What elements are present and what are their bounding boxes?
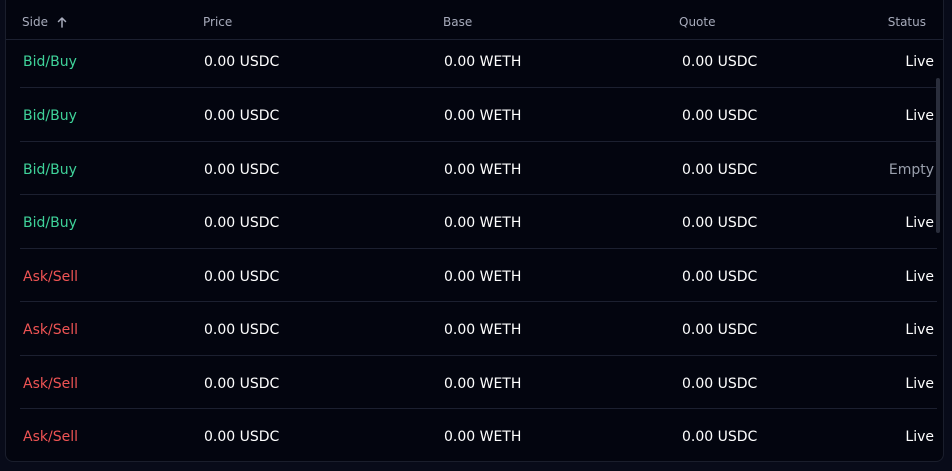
cell-quote: 0.00 USDC	[682, 322, 758, 338]
cell-price: 0.00 USDC	[204, 54, 280, 70]
cell-side: Ask/Sell	[23, 429, 78, 445]
cell-price: 0.00 USDC	[204, 162, 280, 178]
cell-status: Live	[905, 215, 934, 231]
scrollbar[interactable]	[936, 78, 940, 233]
cell-base: 0.00 WETH	[444, 162, 522, 178]
cell-status: Live	[905, 54, 934, 70]
cell-base: 0.00 WETH	[444, 54, 522, 70]
cell-price: 0.00 USDC	[204, 429, 280, 445]
cell-base: 0.00 WETH	[444, 108, 522, 124]
table-row[interactable]: Ask/Sell 0.00 USDC 0.00 WETH 0.00 USDC Live	[20, 356, 937, 409]
cell-price: 0.00 USDC	[204, 108, 280, 124]
cell-side: Bid/Buy	[23, 108, 77, 124]
cell-quote: 0.00 USDC	[682, 108, 758, 124]
column-header-side-label: Side	[22, 15, 48, 29]
table-row[interactable]: Bid/Buy 0.00 USDC 0.00 WETH 0.00 USDC Empty	[20, 142, 937, 195]
table-row[interactable]: Bid/Buy 0.00 USDC 0.00 WETH 0.00 USDC Live	[20, 40, 937, 88]
cell-base: 0.00 WETH	[444, 215, 522, 231]
cell-side: Bid/Buy	[23, 54, 77, 70]
cell-quote: 0.00 USDC	[682, 162, 758, 178]
column-header-side[interactable]: Side	[22, 14, 67, 32]
cell-price: 0.00 USDC	[204, 269, 280, 285]
orders-table: Side Price Base Quote Status Bid/Buy 0.00…	[5, 0, 944, 462]
arrow-up-icon	[57, 16, 67, 32]
table-row[interactable]: Ask/Sell 0.00 USDC 0.00 WETH 0.00 USDC Live	[20, 302, 937, 356]
table-row[interactable]: Ask/Sell 0.00 USDC 0.00 WETH 0.00 USDC Live	[20, 249, 937, 302]
cell-quote: 0.00 USDC	[682, 215, 758, 231]
column-header-price[interactable]: Price	[203, 14, 232, 30]
cell-side: Ask/Sell	[23, 376, 78, 392]
cell-quote: 0.00 USDC	[682, 429, 758, 445]
cell-status: Live	[905, 429, 934, 445]
cell-base: 0.00 WETH	[444, 322, 522, 338]
column-header-status[interactable]: Status	[888, 14, 926, 30]
cell-status: Live	[905, 376, 934, 392]
table-row[interactable]: Ask/Sell 0.00 USDC 0.00 WETH 0.00 USDC Live	[20, 409, 937, 461]
cell-price: 0.00 USDC	[204, 376, 280, 392]
table-header: Side Price Base Quote Status	[6, 0, 943, 40]
cell-quote: 0.00 USDC	[682, 376, 758, 392]
cell-base: 0.00 WETH	[444, 429, 522, 445]
cell-quote: 0.00 USDC	[682, 54, 758, 70]
cell-quote: 0.00 USDC	[682, 269, 758, 285]
cell-base: 0.00 WETH	[444, 376, 522, 392]
column-header-base[interactable]: Base	[443, 14, 472, 30]
cell-status: Empty	[888, 162, 934, 178]
cell-status: Live	[905, 269, 934, 285]
cell-status: Live	[905, 108, 934, 124]
cell-side: Bid/Buy	[23, 162, 77, 178]
cell-price: 0.00 USDC	[204, 322, 280, 338]
cell-base: 0.00 WETH	[444, 269, 522, 285]
cell-status: Live	[905, 322, 934, 338]
cell-side: Bid/Buy	[23, 215, 77, 231]
cell-side: Ask/Sell	[23, 269, 78, 285]
column-header-quote[interactable]: Quote	[679, 14, 715, 30]
cell-side: Ask/Sell	[23, 322, 78, 338]
table-row[interactable]: Bid/Buy 0.00 USDC 0.00 WETH 0.00 USDC Live	[20, 195, 937, 249]
cell-price: 0.00 USDC	[204, 215, 280, 231]
table-row[interactable]: Bid/Buy 0.00 USDC 0.00 WETH 0.00 USDC Live	[20, 88, 937, 142]
